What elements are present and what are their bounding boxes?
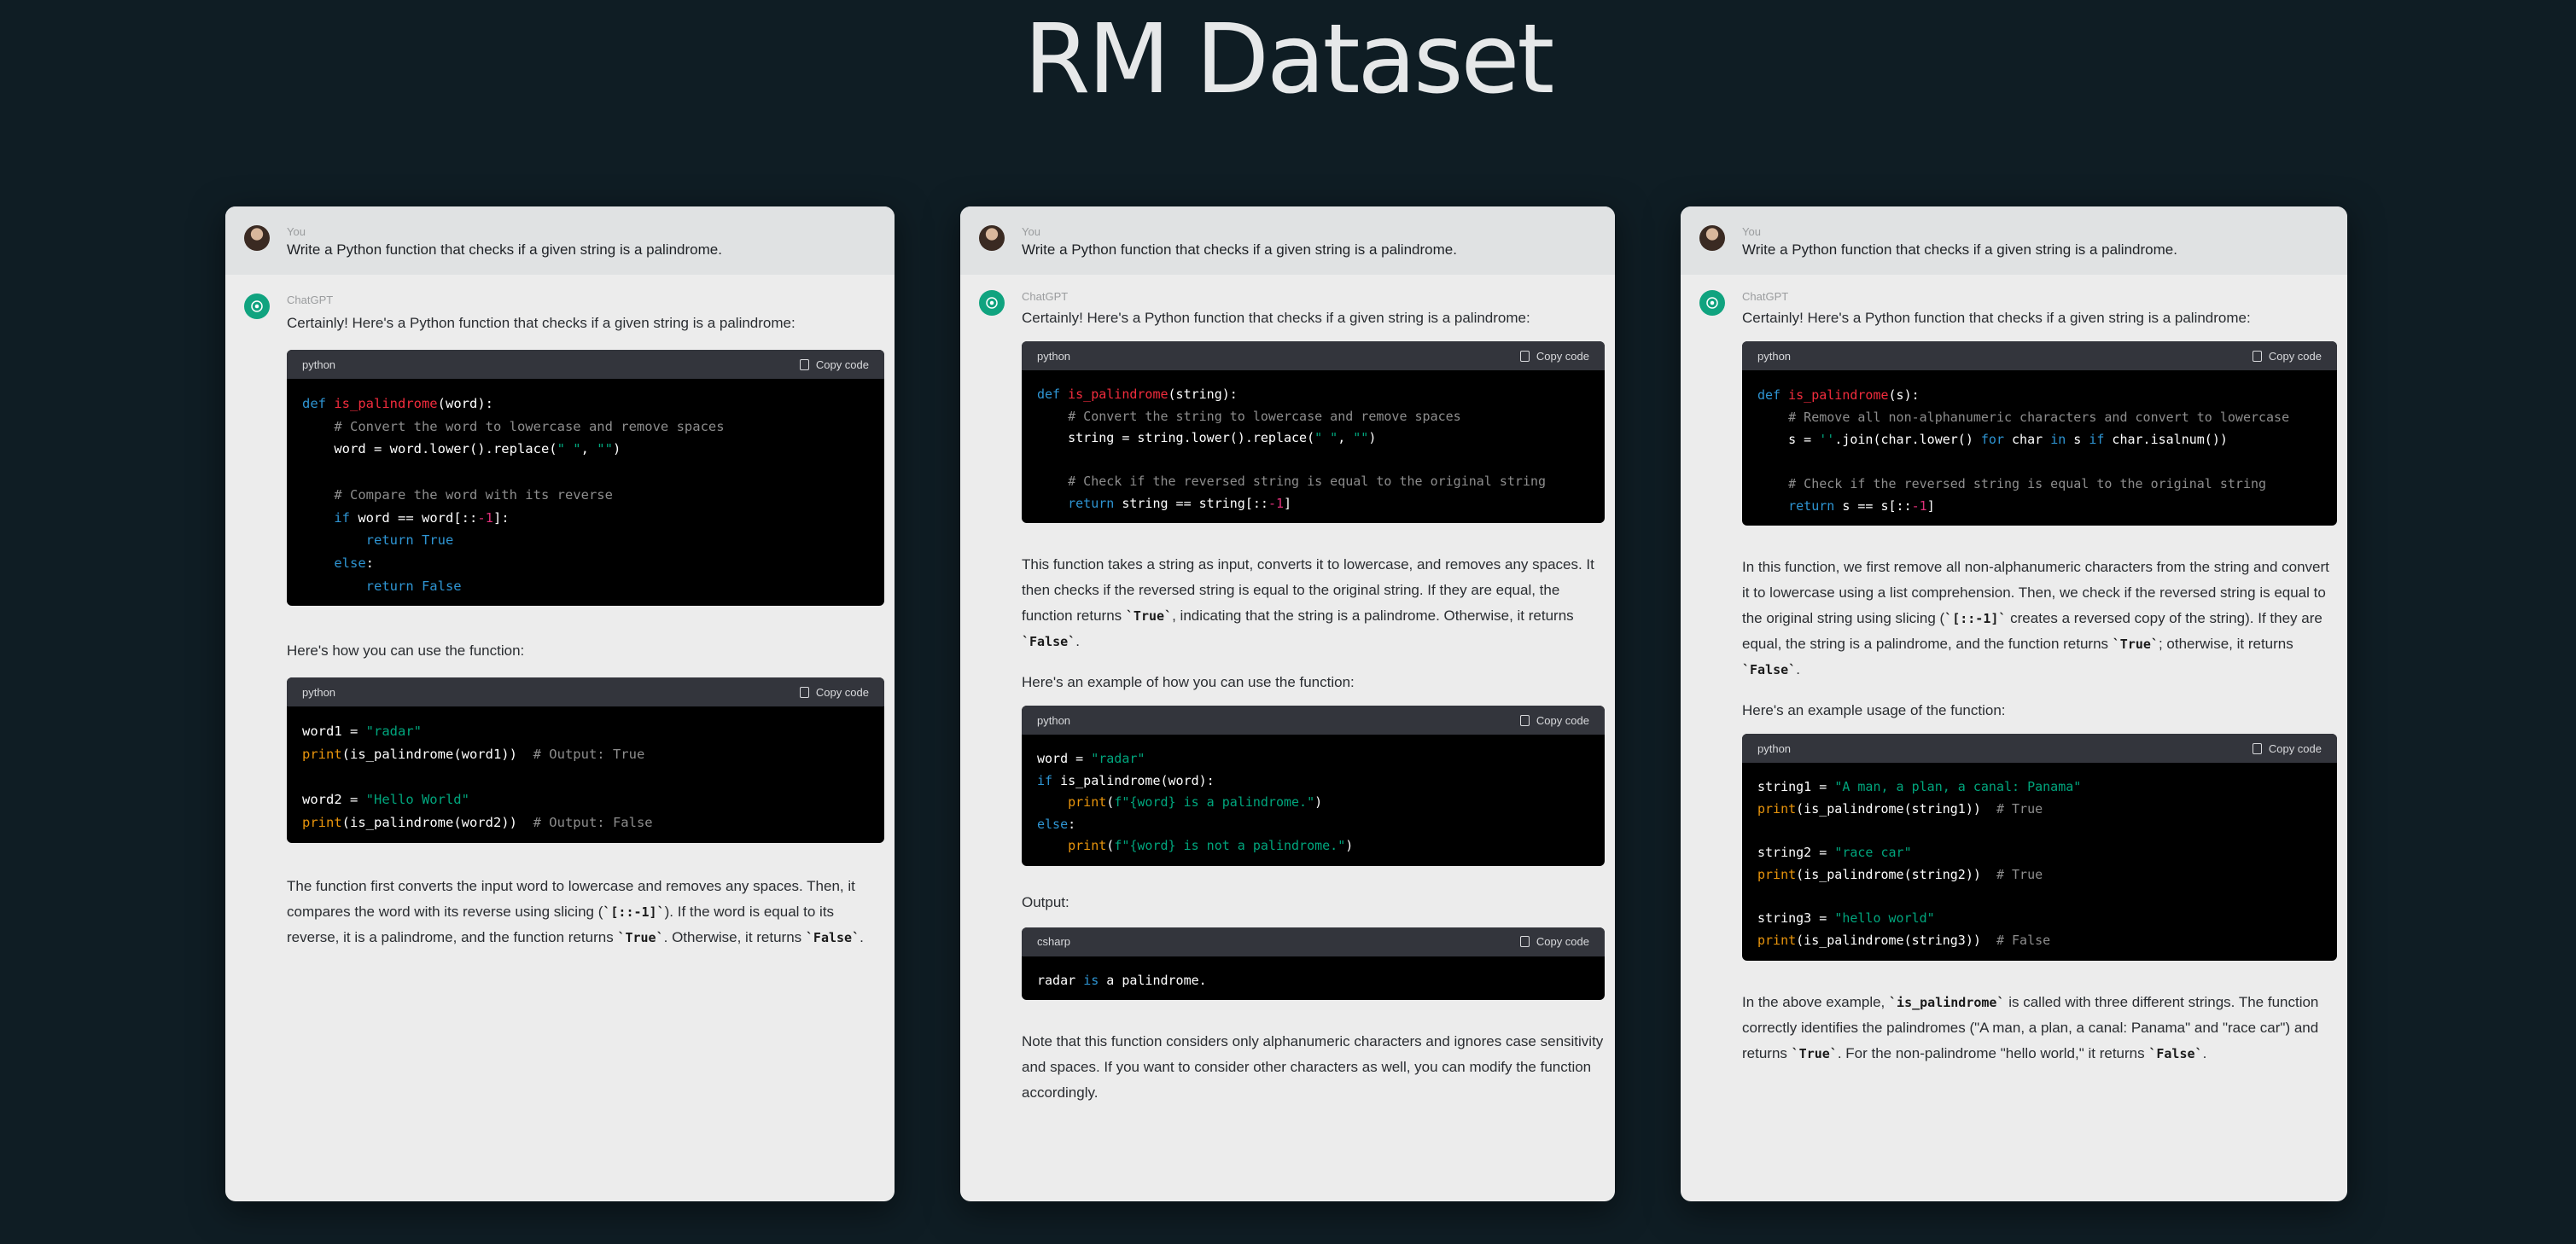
code-language: python: [1757, 349, 1792, 363]
chat-panel-1: You Write a Python function that checks …: [225, 206, 895, 1201]
assistant-message: ChatGPT Certainly! Here's a Python funct…: [225, 275, 895, 950]
code-content: def is_palindrome(string): # Convert the…: [1037, 387, 1547, 511]
clipboard-icon: [1519, 936, 1530, 947]
chatgpt-logo-icon: [244, 294, 270, 319]
output-label: Output:: [1022, 893, 1069, 910]
user-prompt: Write a Python function that checks if a…: [1742, 241, 2177, 258]
code-language: python: [302, 358, 336, 371]
code-content: radar is a palindrome.: [1037, 972, 1207, 988]
user-message: You Write a Python function that checks …: [225, 206, 895, 275]
code-content: word1 = "radar" print(is_palindrome(word…: [302, 724, 653, 831]
code-block: python Copy code def is_palindrome(strin…: [1022, 341, 1605, 523]
code-content: def is_palindrome(s): # Remove all non-a…: [1757, 387, 2290, 514]
usage-intro: Here's how you can use the function:: [287, 642, 525, 660]
usage-intro: Here's an example of how you can use the…: [1022, 674, 1355, 690]
user-prompt: Write a Python function that checks if a…: [1022, 241, 1457, 258]
summary-text: In the above example, `is_palindrome` is…: [1742, 993, 2319, 1061]
user-message: You Write a Python function that checks …: [960, 206, 1615, 275]
code-language: csharp: [1037, 935, 1071, 948]
copy-code-button[interactable]: Copy code: [2252, 350, 2322, 363]
user-prompt: Write a Python function that checks if a…: [287, 241, 722, 258]
assistant-name: ChatGPT: [1022, 290, 1069, 303]
code-language: python: [1037, 349, 1071, 363]
assistant-intro: Certainly! Here's a Python function that…: [287, 315, 796, 331]
user-avatar: [244, 225, 270, 251]
assistant-intro: Certainly! Here's a Python function that…: [1022, 310, 1530, 326]
code-block: python Copy code string1 = "A man, a pla…: [1742, 734, 2337, 961]
assistant-name: ChatGPT: [1742, 290, 1789, 303]
code-block: python Copy code def is_palindrome(word)…: [287, 350, 884, 607]
chatgpt-logo-icon: [979, 290, 1005, 316]
explanation-text: In this function, we first remove all no…: [1742, 559, 2329, 677]
code-content: string1 = "A man, a plan, a canal: Panam…: [1757, 779, 2082, 948]
user-name: You: [1742, 225, 1761, 238]
clipboard-icon: [2252, 350, 2262, 362]
assistant-message: ChatGPT Certainly! Here's a Python funct…: [960, 275, 1615, 1106]
chat-panel-3: You Write a Python function that checks …: [1681, 206, 2347, 1201]
user-avatar: [1699, 225, 1725, 251]
user-name: You: [287, 225, 306, 238]
copy-code-button[interactable]: Copy code: [799, 358, 869, 371]
code-language: python: [1037, 713, 1071, 727]
copy-code-button[interactable]: Copy code: [2252, 742, 2322, 755]
code-language: python: [302, 685, 336, 699]
clipboard-icon: [2252, 742, 2262, 754]
code-content: word = "radar" if is_palindrome(word): p…: [1037, 751, 1354, 853]
user-name: You: [1022, 225, 1040, 238]
copy-code-button[interactable]: Copy code: [1519, 714, 1589, 727]
clipboard-icon: [1519, 350, 1530, 362]
code-language: python: [1757, 741, 1792, 755]
explanation-text: This function takes a string as input, c…: [1022, 556, 1594, 649]
user-message: You Write a Python function that checks …: [1681, 206, 2347, 275]
code-block: python Copy code word1 = "radar" print(i…: [287, 677, 884, 843]
copy-code-button[interactable]: Copy code: [799, 686, 869, 699]
note-text: Note that this function considers only a…: [1022, 1033, 1604, 1101]
user-avatar: [979, 225, 1005, 251]
assistant-intro: Certainly! Here's a Python function that…: [1742, 310, 2251, 326]
chatgpt-logo-icon: [1699, 290, 1725, 316]
page-title: RM Dataset: [1023, 4, 1555, 115]
assistant-name: ChatGPT: [287, 294, 334, 306]
chat-panel-2: You Write a Python function that checks …: [960, 206, 1615, 1201]
code-block: python Copy code def is_palindrome(s): #…: [1742, 341, 2337, 526]
assistant-message: ChatGPT Certainly! Here's a Python funct…: [1681, 275, 2347, 1067]
clipboard-icon: [799, 358, 809, 370]
code-block: python Copy code word = "radar" if is_pa…: [1022, 706, 1605, 866]
clipboard-icon: [1519, 714, 1530, 726]
usage-intro: Here's an example usage of the function:: [1742, 702, 2006, 718]
clipboard-icon: [799, 686, 809, 698]
copy-code-button[interactable]: Copy code: [1519, 935, 1589, 948]
copy-code-button[interactable]: Copy code: [1519, 350, 1589, 363]
code-block: csharp Copy code radar is a palindrome.: [1022, 927, 1605, 1000]
code-content: def is_palindrome(word): # Convert the w…: [302, 396, 725, 594]
explanation-text: The function first converts the input wo…: [287, 877, 864, 945]
